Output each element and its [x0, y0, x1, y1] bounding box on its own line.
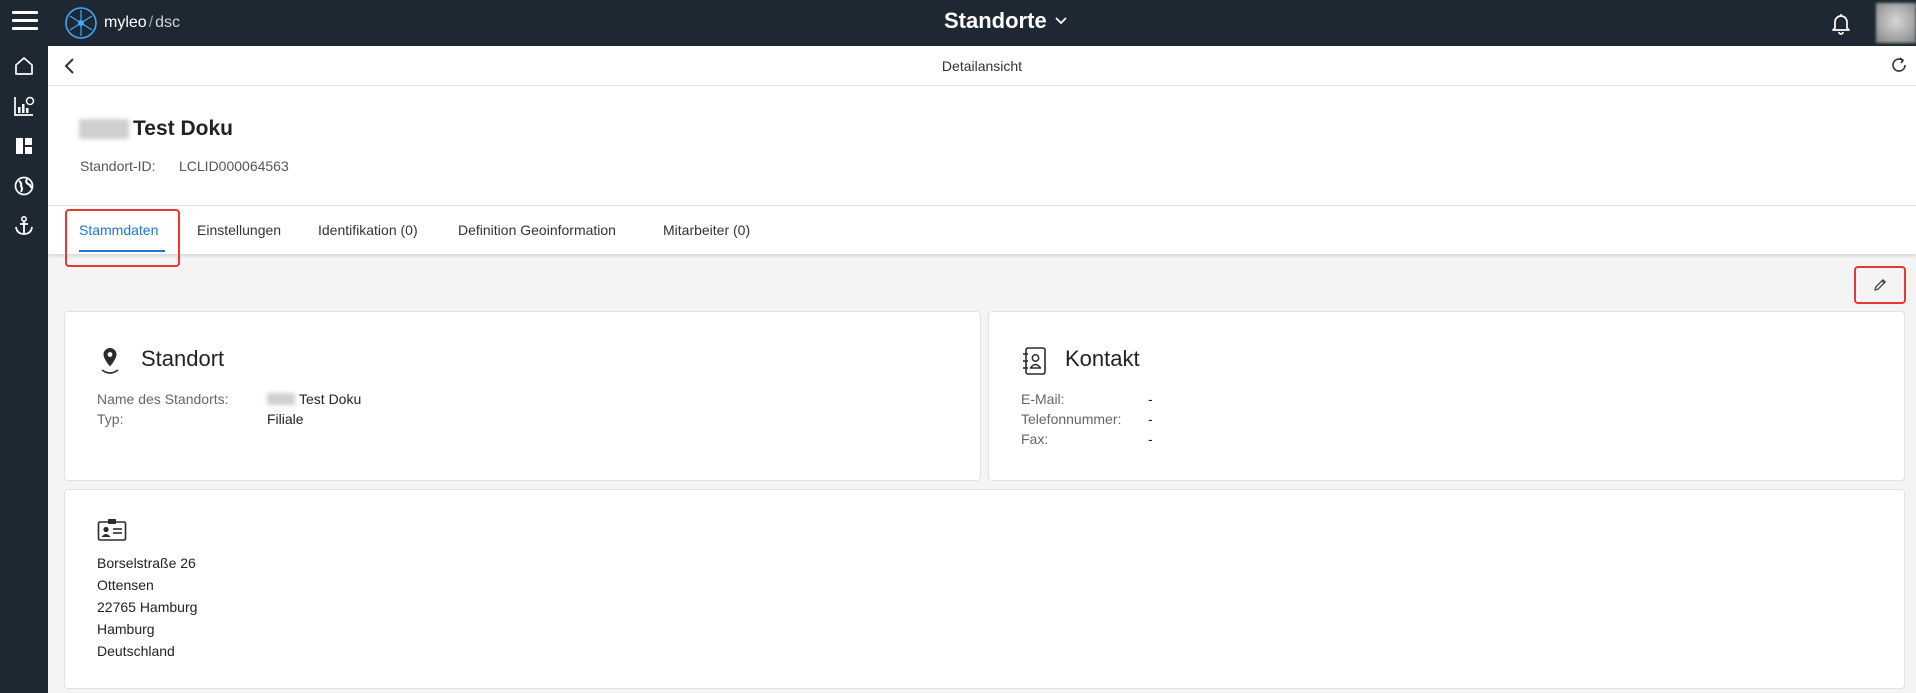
tab-geoinformation[interactable]: Definition Geoinformation — [458, 222, 616, 238]
location-header: Test Doku Standort-ID: LCLID000064563 — [48, 86, 1916, 206]
tab-identifikation[interactable]: Identifikation (0) — [318, 222, 418, 238]
tab-einstellungen[interactable]: Einstellungen — [197, 222, 281, 238]
fax-field: Fax: - — [1021, 431, 1321, 449]
location-id-row: Standort-ID: LCLID000064563 — [80, 158, 289, 174]
top-bar: myleo / dsc Standorte — [0, 0, 1916, 46]
logo-icon — [65, 7, 97, 39]
section-title: Standorte — [944, 8, 1047, 33]
edit-button[interactable] — [1854, 266, 1906, 304]
address-postal-city: 22765 Hamburg — [97, 599, 198, 615]
sidebar — [0, 46, 48, 693]
logo-name: myleo — [104, 14, 147, 31]
subheader: Detailansicht — [48, 46, 1916, 86]
globe-icon[interactable] — [0, 166, 48, 206]
phone-field: Telefonnummer: - — [1021, 411, 1321, 429]
subheader-title: Detailansicht — [941, 58, 1023, 74]
avatar[interactable] — [1876, 3, 1916, 43]
tab-mitarbeiter[interactable]: Mitarbeiter (0) — [663, 222, 750, 238]
kontakt-card-title: Kontakt — [1065, 346, 1140, 371]
standort-card-title: Standort — [141, 346, 225, 371]
app-logo[interactable]: myleo / dsc — [64, 5, 180, 41]
location-type-field: Typ: Filiale — [97, 411, 597, 429]
hamburger-icon[interactable] — [12, 11, 38, 33]
page-title: Test Doku — [79, 117, 233, 141]
section-dropdown[interactable]: Standorte — [944, 8, 1068, 34]
id-card-icon — [97, 519, 127, 541]
address-state: Hamburg — [97, 621, 155, 637]
redacted-text — [79, 119, 129, 139]
chevron-down-icon — [1055, 17, 1067, 25]
redacted-text — [267, 393, 295, 405]
standort-card: Standort Name des Standorts: Test Doku T… — [64, 311, 981, 481]
fax-value: - — [1148, 431, 1153, 447]
email-field: E-Mail: - — [1021, 391, 1321, 409]
location-id-label: Standort-ID: — [80, 158, 156, 174]
pencil-icon — [1874, 279, 1886, 291]
address-street: Borselstraße 26 — [97, 555, 196, 571]
tab-bar: Stammdaten Einstellungen Identifikation … — [48, 206, 1916, 254]
address-card: Borselstraße 26 Ottensen 22765 Hamburg H… — [64, 489, 1905, 689]
anchor-icon[interactable] — [0, 206, 48, 246]
address-country: Deutschland — [97, 643, 175, 659]
location-type-label: Typ: — [97, 411, 124, 427]
contact-book-icon — [1023, 347, 1046, 375]
kontakt-card: Kontakt E-Mail: - Telefonnummer: - Fax: … — [988, 311, 1905, 481]
location-name-value: Test Doku — [299, 391, 362, 407]
location-id-value: LCLID000064563 — [179, 158, 289, 174]
fax-label: Fax: — [1021, 431, 1049, 447]
analytics-icon[interactable] — [0, 86, 48, 126]
address-district: Ottensen — [97, 577, 154, 593]
location-title: Test Doku — [133, 117, 233, 140]
location-pin-icon — [101, 348, 119, 374]
email-label: E-Mail: — [1021, 391, 1065, 407]
location-name-label: Name des Standorts: — [97, 391, 229, 407]
phone-value: - — [1148, 411, 1153, 427]
logo-sub: dsc — [155, 14, 181, 31]
dashboard-icon[interactable] — [0, 126, 48, 166]
location-name-field: Name des Standorts: Test Doku — [97, 391, 597, 409]
location-type-value: Filiale — [267, 411, 304, 427]
phone-label: Telefonnummer: — [1021, 411, 1122, 427]
email-value: - — [1148, 391, 1153, 407]
home-icon[interactable] — [0, 46, 48, 86]
bell-icon[interactable] — [1829, 11, 1853, 40]
tab-highlight-frame — [65, 209, 180, 267]
refresh-icon[interactable] — [1890, 56, 1908, 79]
